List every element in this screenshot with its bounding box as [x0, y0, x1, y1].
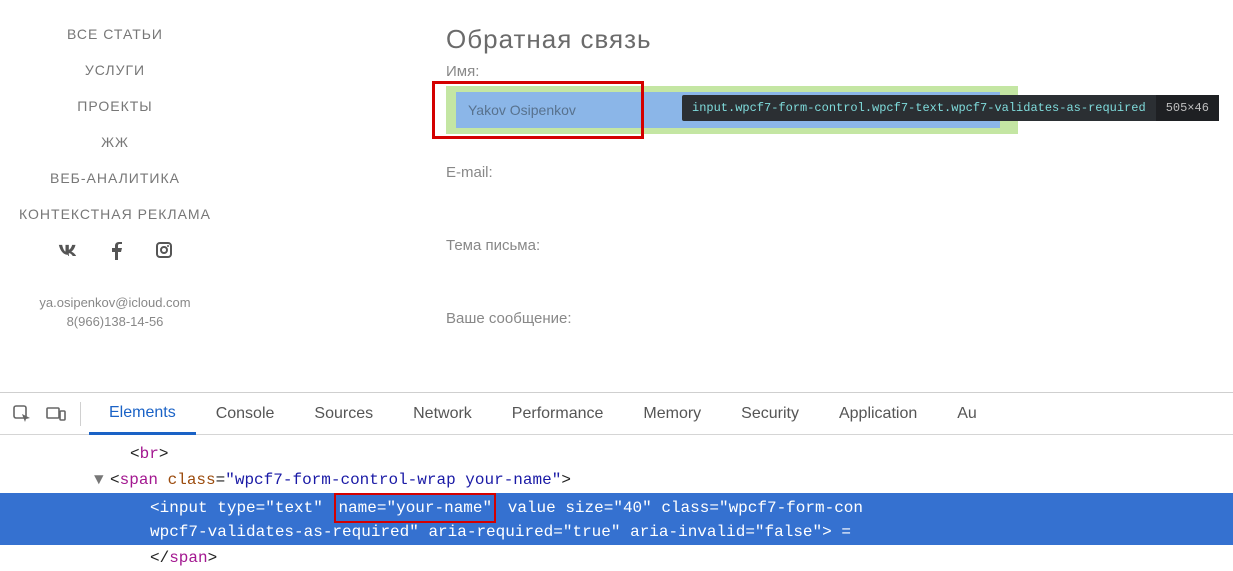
nav-all-articles[interactable]: ВСЕ СТАТЬИ — [0, 26, 230, 42]
tab-security[interactable]: Security — [721, 393, 819, 435]
nav-web-analytics[interactable]: ВЕБ-АНАЛИТИКА — [0, 170, 230, 186]
facebook-icon[interactable] — [112, 242, 122, 265]
devtools-tabs: Elements Console Sources Network Perform… — [0, 393, 1233, 435]
nav-projects[interactable]: ПРОЕКТЫ — [0, 98, 230, 114]
device-toolbar-icon[interactable] — [42, 400, 70, 428]
sidebar: ВСЕ СТАТЬИ УСЛУГИ ПРОЕКТЫ ЖЖ ВЕБ-АНАЛИТИ… — [0, 0, 230, 392]
nav-lj[interactable]: ЖЖ — [0, 134, 230, 150]
code-line-input-selected[interactable]: <input type="text" name="your-name" valu… — [0, 493, 1233, 519]
devtools-elements-source[interactable]: <<br>br> ▼<span class="wpcf7-form-contro… — [0, 435, 1233, 571]
page-heading: Обратная связь — [446, 24, 1033, 55]
tab-console[interactable]: Console — [196, 393, 295, 435]
tab-application[interactable]: Application — [819, 393, 937, 435]
social-icons — [0, 242, 230, 265]
devtools-panel: Elements Console Sources Network Perform… — [0, 392, 1233, 564]
name-label: Имя: — [446, 63, 1033, 80]
divider — [80, 402, 81, 426]
inspect-element-icon[interactable] — [8, 400, 36, 428]
instagram-icon[interactable] — [156, 242, 172, 265]
nav-services[interactable]: УСЛУГИ — [0, 62, 230, 78]
tab-memory[interactable]: Memory — [623, 393, 721, 435]
tab-sources[interactable]: Sources — [294, 393, 393, 435]
inspector-dimensions: 505×46 — [1156, 95, 1219, 121]
tab-elements[interactable]: Elements — [89, 393, 196, 435]
vk-icon[interactable] — [58, 242, 78, 265]
message-label: Ваше сообщение: — [446, 310, 1033, 327]
email-label: E-mail: — [446, 164, 1033, 181]
code-line-span-close[interactable]: </span> — [110, 545, 1233, 571]
code-line-span-open[interactable]: ▼<span class="wpcf7-form-control-wrap yo… — [110, 467, 1233, 493]
tab-network[interactable]: Network — [393, 393, 492, 435]
main-content: Обратная связь input.wpcf7-form-control.… — [230, 0, 1233, 392]
subject-label: Тема письма: — [446, 237, 1033, 254]
tab-performance[interactable]: Performance — [492, 393, 624, 435]
contact-phone[interactable]: 8(966)138-14-56 — [0, 314, 230, 329]
code-line-br: <<br>br> — [110, 441, 1233, 467]
inspector-tooltip: input.wpcf7-form-control.wpcf7-text.wpcf… — [682, 95, 1219, 121]
inspector-selector-text: input.wpcf7-form-control.wpcf7-text.wpcf… — [682, 101, 1156, 115]
code-line-input-continued[interactable]: wpcf7-validates-as-required" aria-requir… — [0, 519, 1233, 545]
tab-audits[interactable]: Au — [937, 393, 997, 435]
nav-context-ads[interactable]: КОНТЕКСТНАЯ РЕКЛАМА — [0, 206, 230, 222]
contact-email[interactable]: ya.osipenkov@icloud.com — [0, 295, 230, 310]
